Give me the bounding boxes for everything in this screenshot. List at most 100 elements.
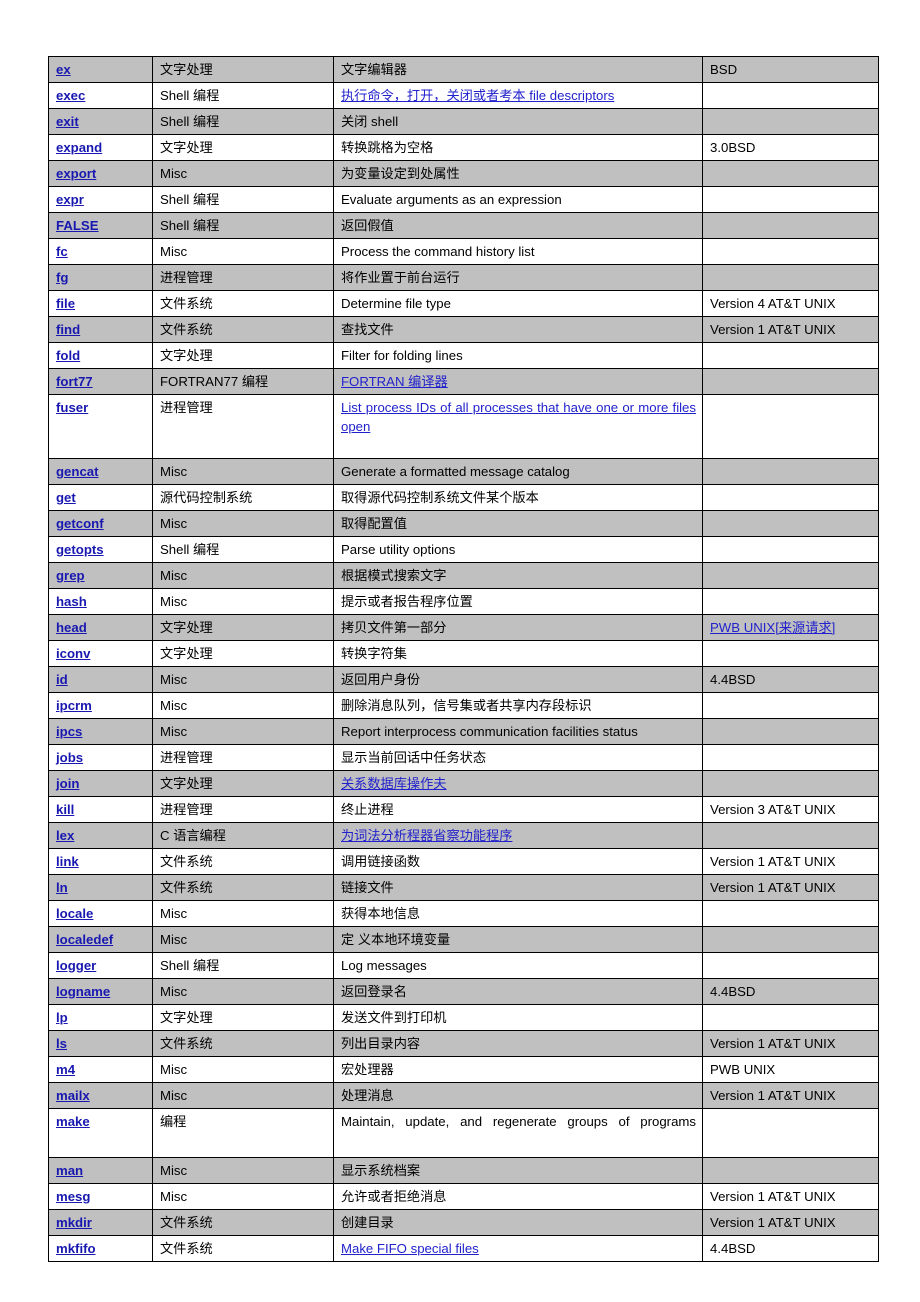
command-name-link[interactable]: iconv (56, 646, 90, 661)
first-appeared-cell (702, 822, 879, 849)
command-name-link[interactable]: ls (56, 1036, 67, 1051)
command-name-cell: fuser (48, 394, 153, 459)
command-category-cell: 进程管理 (152, 394, 334, 459)
document-page: ex 文字处理 文字编辑器 BSD exec Shell 编程 执行命令，打开，关闭或者考本… (0, 0, 920, 1302)
command-name-cell: kill (48, 796, 153, 823)
command-name-link[interactable]: locale (56, 906, 93, 921)
command-name-link[interactable]: export (56, 166, 96, 181)
command-name-link[interactable]: mkdir (56, 1215, 92, 1230)
command-name-link[interactable]: ln (56, 880, 68, 895)
command-name-link[interactable]: mailx (56, 1088, 90, 1103)
command-name-link[interactable]: lp (56, 1010, 68, 1025)
command-name-link[interactable]: id (56, 672, 68, 687)
table-row: mesg Misc 允许或者拒绝消息 Version 1 AT&T UNIX (48, 1183, 879, 1210)
command-name-link[interactable]: fg (56, 270, 68, 285)
command-name-link[interactable]: jobs (56, 750, 83, 765)
command-description-cell: 获得本地信息 (333, 900, 703, 927)
command-name-link[interactable]: logname (56, 984, 110, 999)
first-appeared-cell (702, 1108, 879, 1158)
command-name-link[interactable]: fort77 (56, 374, 93, 389)
command-name-link[interactable]: man (56, 1163, 83, 1178)
first-appeared-cell: 3.0BSD (702, 134, 879, 161)
command-description-link[interactable]: FORTRAN 编译器 (341, 374, 448, 389)
command-name-cell: make (48, 1108, 153, 1158)
first-appeared-text: Version 1 AT&T UNIX (710, 880, 836, 895)
command-description-text: 文字编辑器 (341, 62, 407, 77)
command-name-link[interactable]: join (56, 776, 79, 791)
command-name-link[interactable]: expand (56, 140, 102, 155)
command-description-cell: 转换字符集 (333, 640, 703, 667)
command-name-link[interactable]: exec (56, 88, 85, 103)
command-description-link[interactable]: 关系数据库操作夫 (341, 776, 447, 791)
command-category-text: Misc (160, 568, 188, 583)
command-name-link[interactable]: find (56, 322, 80, 337)
command-description-cell: List process IDs of all processes that h… (333, 394, 703, 459)
table-row: FALSE Shell 编程 返回假值 (48, 212, 879, 239)
command-name-link[interactable]: make (56, 1114, 90, 1129)
command-category-text: 文件系统 (160, 296, 213, 311)
command-category-text: 编程 (160, 1114, 187, 1129)
table-row: exit Shell 编程 关闭 shell (48, 108, 879, 135)
command-description-link[interactable]: List process IDs of all processes that h… (341, 400, 696, 434)
command-name-link[interactable]: kill (56, 802, 74, 817)
command-category-text: Misc (160, 906, 188, 921)
command-category-text: Misc (160, 594, 188, 609)
command-name-link[interactable]: ipcs (56, 724, 82, 739)
command-category-cell: Misc (152, 666, 334, 693)
command-name-link[interactable]: get (56, 490, 76, 505)
command-description-text: 显示系统档案 (341, 1163, 421, 1178)
first-appeared-text: Version 3 AT&T UNIX (710, 802, 836, 817)
command-name-link[interactable]: fc (56, 244, 68, 259)
command-category-text: Misc (160, 984, 188, 999)
command-name-cell: find (48, 316, 153, 343)
command-name-link[interactable]: grep (56, 568, 85, 583)
command-name-link[interactable]: expr (56, 192, 84, 207)
command-description-link[interactable]: 执行命令，打开，关闭或者考本 file descriptors (341, 88, 614, 103)
command-name-link[interactable]: lex (56, 828, 74, 843)
first-appeared-cell: Version 1 AT&T UNIX (702, 1030, 879, 1057)
command-name-link[interactable]: FALSE (56, 218, 99, 233)
command-name-link[interactable]: exit (56, 114, 79, 129)
command-category-text: 文件系统 (160, 1215, 213, 1230)
command-name-link[interactable]: localedef (56, 932, 113, 947)
command-name-cell: ipcs (48, 718, 153, 745)
command-name-link[interactable]: ex (56, 62, 71, 77)
command-name-link[interactable]: fold (56, 348, 80, 363)
command-description-link[interactable]: 为词法分析程器省察功能程序 (341, 828, 512, 843)
first-appeared-link[interactable]: PWB UNIX[来源请求] (710, 620, 835, 635)
command-name-link[interactable]: hash (56, 594, 87, 609)
command-name-link[interactable]: m4 (56, 1062, 75, 1077)
command-category-text: FORTRAN77 编程 (160, 374, 269, 389)
command-description-text: 取得配置值 (341, 516, 407, 531)
first-appeared-cell (702, 588, 879, 615)
command-name-cell: get (48, 484, 153, 511)
command-name-link[interactable]: gencat (56, 464, 99, 479)
command-description-link[interactable]: Make FIFO special files (341, 1241, 479, 1256)
command-category-cell: 文件系统 (152, 1235, 334, 1262)
command-name-link[interactable]: fuser (56, 400, 88, 415)
first-appeared-cell (702, 342, 879, 369)
command-description-cell: 宏处理器 (333, 1056, 703, 1083)
command-description-text: 根据模式搜索文字 (341, 568, 447, 583)
command-description-text: 显示当前回话中任务状态 (341, 750, 487, 765)
command-name-link[interactable]: getopts (56, 542, 104, 557)
command-category-text: Misc (160, 1088, 188, 1103)
command-name-link[interactable]: link (56, 854, 79, 869)
command-description-text: 链接文件 (341, 880, 394, 895)
table-row: link 文件系统 调用链接函数 Version 1 AT&T UNIX (48, 848, 879, 875)
command-name-link[interactable]: mesg (56, 1189, 90, 1204)
command-name-link[interactable]: logger (56, 958, 96, 973)
command-name-cell: ex (48, 56, 153, 83)
command-name-cell: ls (48, 1030, 153, 1057)
command-name-link[interactable]: head (56, 620, 87, 635)
command-name-link[interactable]: getconf (56, 516, 104, 531)
command-name-link[interactable]: mkfifo (56, 1241, 96, 1256)
command-category-text: 进程管理 (160, 802, 213, 817)
command-description-text: Report interprocess communication facili… (341, 724, 638, 739)
command-description-text: Determine file type (341, 296, 451, 311)
command-name-link[interactable]: file (56, 296, 75, 311)
table-row: lex C 语言编程 为词法分析程器省察功能程序 (48, 822, 879, 849)
command-description-cell: 调用链接函数 (333, 848, 703, 875)
command-name-link[interactable]: ipcrm (56, 698, 92, 713)
first-appeared-cell (702, 212, 879, 239)
